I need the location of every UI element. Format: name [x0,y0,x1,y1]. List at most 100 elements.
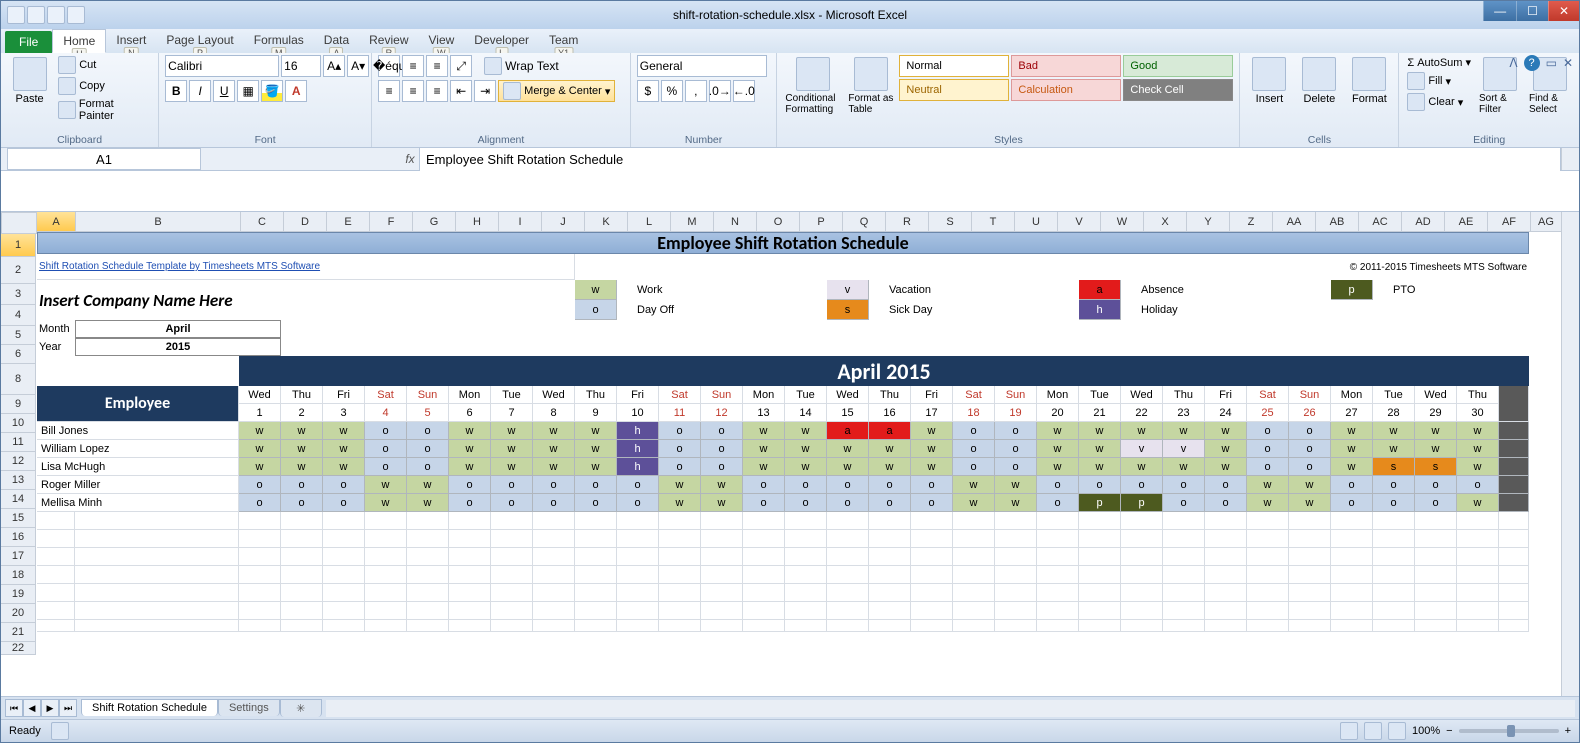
cell[interactable] [1205,548,1247,566]
cell[interactable] [617,566,659,584]
cell[interactable]: o [1247,422,1289,440]
cell[interactable] [239,602,281,620]
cell[interactable] [1079,584,1121,602]
view-normal-icon[interactable] [1340,722,1358,740]
cell[interactable] [365,530,407,548]
cell[interactable]: Roger Miller [37,476,239,494]
cell[interactable]: 21 [1079,404,1121,422]
row-header[interactable]: 19 [1,585,36,604]
cell[interactable] [1415,566,1457,584]
cell[interactable] [1121,512,1163,530]
cell[interactable]: Mellisa Minh [37,494,239,512]
cell[interactable] [407,602,449,620]
col-header[interactable]: I [499,212,542,232]
cell[interactable]: Sick Day [869,300,1037,320]
cell[interactable] [743,602,785,620]
zoom-slider[interactable] [1459,729,1559,733]
cell[interactable] [659,548,701,566]
cell[interactable] [743,548,785,566]
cell[interactable]: Sun [701,386,743,404]
style-normal[interactable]: Normal [899,55,1009,77]
fill-button[interactable]: Fill ▾ [1405,71,1473,91]
copy-button[interactable]: Copy [56,76,152,96]
cell[interactable] [281,602,323,620]
cell[interactable] [1415,602,1457,620]
cell[interactable]: Lisa McHugh [37,458,239,476]
cell[interactable] [785,584,827,602]
horizontal-scrollbar[interactable] [326,700,1575,717]
align-middle-button[interactable]: ≡ [402,55,424,77]
cell[interactable]: Absence [1121,280,1289,300]
cell[interactable]: w [701,494,743,512]
cell[interactable]: w [1457,494,1499,512]
cell[interactable]: w [869,458,911,476]
col-header[interactable]: AB [1316,212,1359,232]
col-header[interactable]: AG [1531,212,1562,232]
cell[interactable] [1415,512,1457,530]
save-icon[interactable] [27,6,45,24]
cell[interactable]: 22 [1121,404,1163,422]
cell[interactable]: Wed [1121,386,1163,404]
cell[interactable]: o [953,458,995,476]
paste-button[interactable]: Paste [7,55,52,107]
row-header[interactable]: 8 [1,364,36,395]
cell[interactable] [1331,566,1373,584]
cell[interactable]: Mon [1331,386,1373,404]
cell[interactable]: Sun [407,386,449,404]
col-header[interactable]: W [1101,212,1144,232]
cell[interactable] [491,530,533,548]
cell[interactable] [617,620,659,632]
cell[interactable] [1373,512,1415,530]
cell[interactable]: Fri [1205,386,1247,404]
cell[interactable]: Wed [239,386,281,404]
cell[interactable] [323,512,365,530]
row-header[interactable]: 12 [1,452,36,471]
cell[interactable]: s [827,300,869,320]
col-header[interactable]: U [1015,212,1058,232]
cell[interactable] [75,512,239,530]
cell[interactable]: o [659,422,701,440]
italic-button[interactable]: I [189,80,211,102]
cell[interactable]: w [281,458,323,476]
cell[interactable] [911,584,953,602]
cell[interactable] [365,512,407,530]
cell[interactable] [953,548,995,566]
bold-button[interactable]: B [165,80,187,102]
cell[interactable] [1373,584,1415,602]
cell[interactable] [701,602,743,620]
cell[interactable]: o [785,494,827,512]
cell[interactable]: o [323,476,365,494]
cell[interactable]: o [659,458,701,476]
cell[interactable] [1247,602,1289,620]
cell[interactable] [491,602,533,620]
cell[interactable]: 7 [491,404,533,422]
cell[interactable]: w [1457,422,1499,440]
maximize-button[interactable]: ☐ [1516,1,1548,21]
cell[interactable] [37,602,75,620]
cell[interactable]: 23 [1163,404,1205,422]
cell[interactable] [1499,476,1529,494]
cell[interactable] [533,584,575,602]
cell[interactable]: o [701,440,743,458]
window-close-icon[interactable]: ✕ [1563,56,1573,70]
col-header[interactable]: AA [1273,212,1316,232]
cell[interactable]: w [995,494,1037,512]
cell[interactable]: a [869,422,911,440]
cell[interactable] [1163,620,1205,632]
cell[interactable]: o [701,458,743,476]
row-header[interactable]: 15 [1,509,36,528]
cell[interactable] [1289,566,1331,584]
cell[interactable]: Mon [449,386,491,404]
cell[interactable] [1331,602,1373,620]
cell[interactable]: w [743,440,785,458]
cell[interactable]: o [1373,476,1415,494]
cell[interactable] [1499,458,1529,476]
cell[interactable]: 12 [701,404,743,422]
row-header[interactable]: 2 [1,257,36,284]
cell[interactable]: w [449,422,491,440]
template-link[interactable]: Shift Rotation Schedule Template by Time… [39,261,320,272]
cell[interactable]: o [575,300,617,320]
cell[interactable]: o [995,440,1037,458]
cell[interactable] [37,548,75,566]
cell[interactable]: o [1331,494,1373,512]
